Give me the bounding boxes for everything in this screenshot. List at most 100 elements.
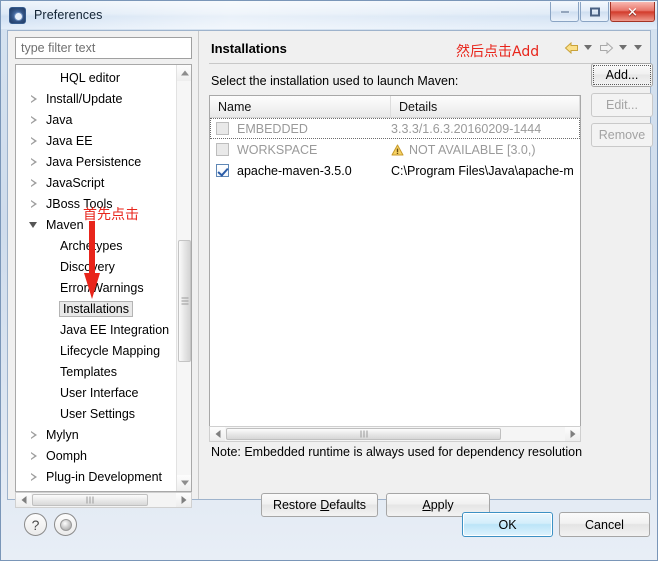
help-icon[interactable]: ? bbox=[24, 513, 47, 536]
table-cell-name: WORKSPACE bbox=[210, 143, 391, 157]
chevron-right-icon-inner bbox=[30, 452, 35, 459]
tree-scroll-up-button[interactable] bbox=[177, 65, 191, 81]
sidebar-item-installations[interactable]: Installations bbox=[16, 298, 176, 319]
sidebar-item-label: User Interface bbox=[60, 385, 139, 400]
sidebar-item-label: Archetypes bbox=[60, 238, 123, 253]
record-icon-dot bbox=[59, 518, 72, 531]
cancel-button[interactable]: Cancel bbox=[559, 512, 650, 537]
row-checkbox[interactable] bbox=[216, 164, 229, 177]
remove-button[interactable]: Remove bbox=[591, 123, 653, 147]
column-header-name[interactable]: Name bbox=[210, 96, 392, 117]
table-row[interactable]: EMBEDDED 3.3.3/1.6.3.20160209-1444 bbox=[210, 118, 580, 139]
table-cell-name: EMBEDDED bbox=[210, 122, 391, 136]
sidebar-item-jboss-tools[interactable]: JBoss Tools bbox=[16, 193, 176, 214]
table-horizontal-scroll-thumb[interactable] bbox=[226, 428, 501, 440]
back-history-chevron-down-icon[interactable] bbox=[583, 39, 594, 55]
window-controls: ✕ bbox=[549, 2, 655, 22]
remove-button-label: Remove bbox=[598, 128, 646, 142]
ok-button[interactable]: OK bbox=[462, 512, 553, 537]
sidebar-item-archetypes[interactable]: Archetypes bbox=[16, 235, 176, 256]
page-title: Installations bbox=[211, 41, 287, 56]
chevron-right-icon-inner bbox=[30, 95, 35, 102]
sidebar-item-label: Mylyn bbox=[46, 427, 79, 442]
title-divider bbox=[209, 63, 641, 64]
sidebar-item-java-persistence[interactable]: Java Persistence bbox=[16, 151, 176, 172]
edit-button[interactable]: Edit... bbox=[591, 93, 653, 117]
tree-scroll-down-button[interactable] bbox=[177, 475, 191, 491]
tree-vertical-scroll-thumb[interactable] bbox=[178, 240, 191, 362]
table-scroll-left-button[interactable] bbox=[210, 427, 225, 441]
chevron-right-icon-inner bbox=[30, 116, 35, 123]
sidebar-item-mylyn[interactable]: Mylyn bbox=[16, 424, 176, 445]
record-icon[interactable] bbox=[54, 513, 77, 536]
sidebar-item-label: Java bbox=[46, 112, 73, 127]
sidebar-item-plug-in-development[interactable]: Plug-in Development bbox=[16, 466, 176, 487]
table-cell-name: apache-maven-3.5.0 bbox=[210, 164, 391, 178]
sidebar-item-templates[interactable]: Templates bbox=[16, 361, 176, 382]
sidebar-item-label: JavaScript bbox=[46, 175, 105, 190]
sidebar-item-label: Error/Warnings bbox=[60, 280, 144, 295]
sidebar-item-java-ee[interactable]: Java EE bbox=[16, 130, 176, 151]
sidebar-item-java[interactable]: Java bbox=[16, 109, 176, 130]
back-arrow-icon[interactable] bbox=[563, 39, 579, 55]
chevron-right-icon-inner bbox=[30, 137, 35, 144]
table-row[interactable]: WORKSPACE NOT AVAILABLE [3.0,) bbox=[210, 139, 580, 160]
table-scroll-right-button[interactable] bbox=[565, 427, 580, 441]
ok-button-label: OK bbox=[498, 517, 517, 532]
add-button[interactable]: Add... bbox=[591, 63, 653, 87]
chevron-right-icon-inner bbox=[30, 473, 35, 480]
filter-input[interactable]: type filter text bbox=[15, 37, 192, 59]
table-cell-details: C:\Program Files\Java\apache-m bbox=[391, 164, 580, 178]
row-checkbox[interactable] bbox=[216, 143, 229, 156]
chevron-down-icon[interactable] bbox=[29, 221, 37, 228]
tree-vertical-scrollbar[interactable] bbox=[176, 65, 191, 491]
column-header-details[interactable]: Details bbox=[391, 96, 580, 117]
sidebar-item-javascript[interactable]: JavaScript bbox=[16, 172, 176, 193]
table-horizontal-scrollbar[interactable] bbox=[209, 426, 581, 442]
table-row[interactable]: apache-maven-3.5.0 C:\Program Files\Java\… bbox=[210, 160, 580, 181]
sidebar-item-maven[interactable]: Maven bbox=[16, 214, 176, 235]
sidebar-item-user-interface[interactable]: User Interface bbox=[16, 382, 176, 403]
help-icon-glyph: ? bbox=[31, 516, 40, 533]
row-checkbox[interactable] bbox=[216, 122, 229, 135]
note-text: Note: Embedded runtime is always used fo… bbox=[211, 445, 583, 459]
chevron-right-icon-inner bbox=[30, 158, 35, 165]
sidebar-item-label: Install/Update bbox=[46, 91, 123, 106]
sidebar-item-label: Lifecycle Mapping bbox=[60, 343, 161, 358]
sidebar-item-label: Installations bbox=[59, 300, 134, 317]
maximize-button[interactable] bbox=[580, 2, 609, 22]
sidebar-item-label: Maven bbox=[46, 217, 84, 232]
forward-history-chevron-down-icon[interactable] bbox=[618, 39, 629, 55]
sidebar-item-oomph[interactable]: Oomph bbox=[16, 445, 176, 466]
preferences-tree[interactable]: HQL editor Install/Update Java Java EE Java … bbox=[15, 64, 192, 492]
preferences-dialog: Preferences ✕ type filter text HQL edito… bbox=[0, 0, 658, 561]
warning-icon bbox=[391, 144, 404, 156]
sidebar-item-label: Discovery bbox=[60, 259, 115, 274]
chevron-right-icon-inner bbox=[30, 200, 35, 207]
forward-arrow-icon[interactable] bbox=[598, 39, 614, 55]
add-button-label: Add... bbox=[605, 68, 639, 82]
minimize-button[interactable] bbox=[550, 2, 579, 22]
installation-name: apache-maven-3.5.0 bbox=[237, 163, 352, 178]
sidebar-item-discovery[interactable]: Discovery bbox=[16, 256, 176, 277]
sidebar-item-lifecycle-mapping[interactable]: Lifecycle Mapping bbox=[16, 340, 176, 361]
sidebar-item-label: Java EE bbox=[46, 133, 93, 148]
window-title: Preferences bbox=[34, 8, 103, 22]
sidebar-item-label: Oomph bbox=[46, 448, 87, 463]
table-body: EMBEDDED 3.3.3/1.6.3.20160209-1444 WORKSPA… bbox=[210, 118, 580, 181]
sidebar-item-install-update[interactable]: Install/Update bbox=[16, 88, 176, 109]
table-cell-details: NOT AVAILABLE [3.0,) bbox=[391, 143, 580, 157]
installation-details: C:\Program Files\Java\apache-m bbox=[391, 163, 574, 178]
installations-table[interactable]: Name Details EMBEDDED 3.3.3/1.6.3.2016020… bbox=[209, 95, 581, 433]
dialog-body: type filter text HQL editor Install/Updat… bbox=[7, 30, 653, 517]
view-menu-chevron-down-icon[interactable] bbox=[633, 39, 644, 55]
sidebar-item-label: Plug-in Development bbox=[46, 469, 163, 484]
sidebar-item-java-ee-integration[interactable]: Java EE Integration bbox=[16, 319, 176, 340]
close-button[interactable]: ✕ bbox=[610, 2, 655, 22]
title-bar[interactable]: Preferences ✕ bbox=[1, 1, 657, 29]
sidebar-item-label: Java Persistence bbox=[46, 154, 142, 169]
sidebar-item-error-warnings[interactable]: Error/Warnings bbox=[16, 277, 176, 298]
sidebar-item-hql-editor[interactable]: HQL editor bbox=[16, 67, 176, 88]
sidebar-item-user-settings[interactable]: User Settings bbox=[16, 403, 176, 424]
tree-item-list: HQL editor Install/Update Java Java EE Java … bbox=[16, 67, 176, 491]
